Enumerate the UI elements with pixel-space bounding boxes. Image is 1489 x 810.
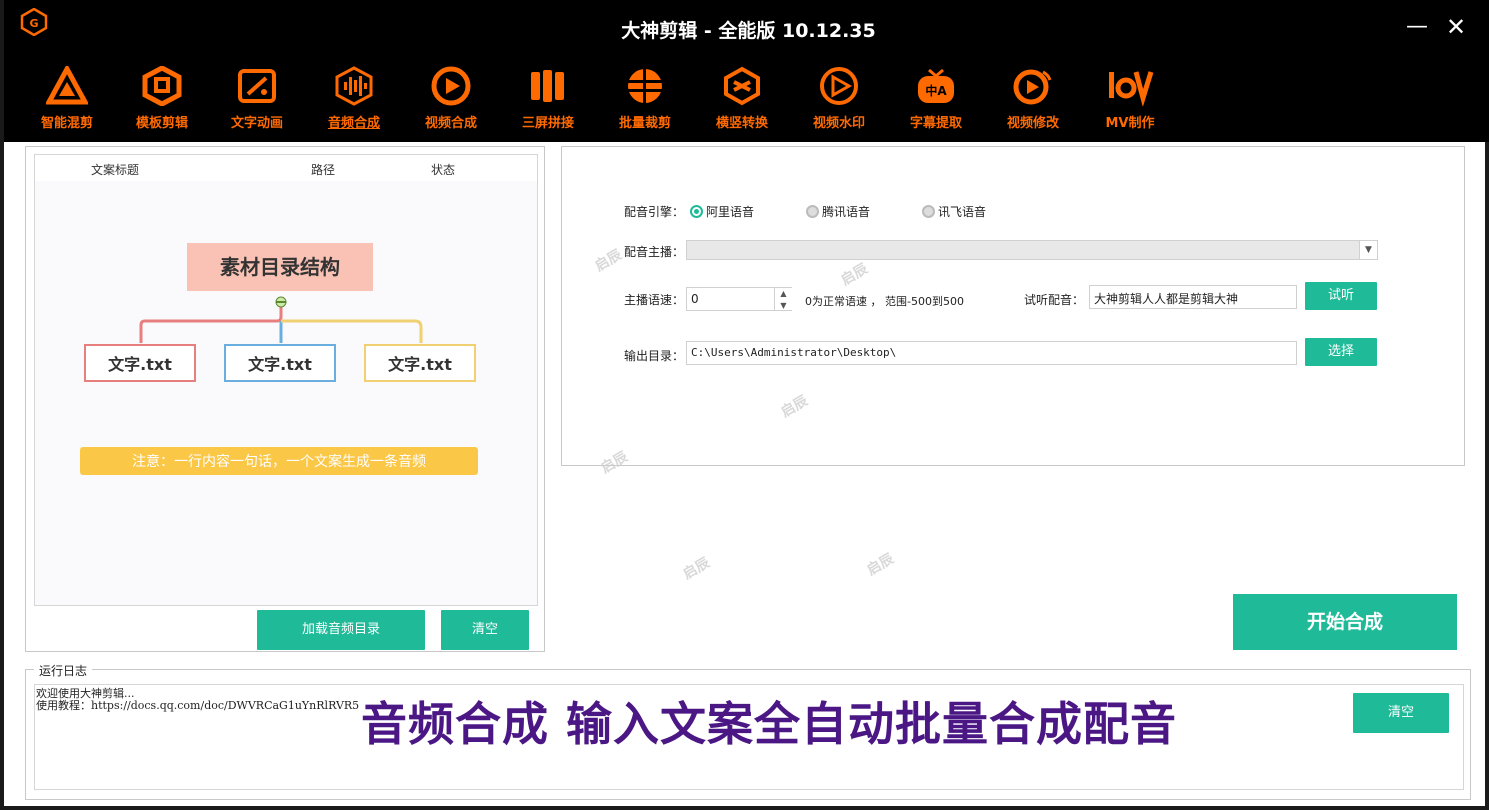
crop-circle-icon [628, 69, 662, 103]
load-audio-dir-button[interactable]: 加载音频目录 [257, 610, 425, 650]
tool-subtitle-extract[interactable]: 中A 字幕提取 [891, 62, 981, 138]
watermark-play-icon [820, 67, 858, 105]
tool-label: 横竖转换 [715, 116, 768, 131]
svg-text:中A: 中A [925, 83, 947, 98]
top-bar: G 大神剪辑 - 全能版 10.12.35 — ✕ 智能混剪 模板剪辑 文字动画… [4, 0, 1489, 142]
tool-video-watermark[interactable]: 视频水印 [794, 62, 884, 138]
promo-banner-text: 音频合成 输入文案全自动批量合成配音 [361, 697, 1178, 751]
listen-button[interactable]: 试听 [1305, 282, 1377, 310]
engine-radio-label: 讯飞语音 [938, 205, 987, 219]
output-path-value: C:\Users\Administrator\Desktop\ [691, 346, 897, 359]
tool-template-edit[interactable]: 模板剪辑 [117, 62, 207, 138]
tool-label: 视频水印 [812, 116, 865, 131]
column-status[interactable]: 状态 [431, 161, 455, 178]
tool-label: 批量裁剪 [618, 116, 671, 131]
choose-dir-button[interactable]: 选择 [1305, 338, 1377, 366]
video-edit-icon [1013, 69, 1052, 105]
stepper-down-icon[interactable]: ▼ [775, 300, 792, 312]
preview-text-value: 大神剪辑人人都是剪辑大神 [1094, 292, 1239, 306]
clear-log-button[interactable]: 清空 [1353, 693, 1449, 733]
column-path[interactable]: 路径 [311, 161, 335, 178]
speed-hint: 0为正常语速 ， 范围-500到500 [805, 295, 964, 308]
tool-label: MV制作 [1105, 116, 1155, 131]
diagram-child-label: 文字.txt [388, 355, 452, 374]
clear-list-button[interactable]: 清空 [441, 610, 529, 650]
speed-label: 主播语速： [624, 293, 685, 307]
engine-radio-label: 阿里语音 [706, 205, 755, 219]
tool-label: 文字动画 [230, 116, 283, 131]
tool-video-modify[interactable]: 视频修改 [988, 62, 1078, 138]
engine-radio-ali[interactable]: 阿里语音 [690, 203, 754, 220]
triple-screen-icon [531, 70, 564, 102]
subtitle-tv-icon: 中A [918, 68, 954, 103]
close-button[interactable]: ✕ [1441, 12, 1471, 42]
tool-batch-crop[interactable]: 批量裁剪 [600, 62, 690, 138]
column-title[interactable]: 文案标题 [91, 161, 139, 178]
run-log-legend: 运行日志 [34, 662, 93, 679]
stepper-up-icon[interactable]: ▲ [775, 288, 792, 300]
tool-text-animation[interactable]: 文字动画 [212, 62, 302, 138]
mv-logo-icon [1109, 71, 1154, 106]
video-circle-icon [431, 66, 471, 106]
tool-orientation-convert[interactable]: 横竖转换 [697, 62, 787, 138]
diagram-child-label: 文字.txt [248, 355, 312, 374]
settings-panel: 配音引擎： 阿里语音 腾讯语音 讯飞语音 配音主播： ▼ 主播语速： 0 ▲ ▼… [561, 146, 1465, 466]
tool-label: 字幕提取 [909, 116, 962, 131]
tool-label: 三屏拼接 [521, 116, 574, 131]
window-title: 大神剪辑 - 全能版 10.12.35 [621, 20, 876, 42]
output-label: 输出目录： [624, 349, 685, 363]
diagram-note-text: 注意：一行内容一句话，一个文案生成一条音频 [132, 453, 426, 470]
app-window: G 大神剪辑 - 全能版 10.12.35 — ✕ 智能混剪 模板剪辑 文字动画… [0, 0, 1489, 810]
speed-stepper[interactable]: ▲ ▼ [774, 288, 792, 310]
watermark: 启辰 [680, 554, 713, 583]
preview-text-input[interactable]: 大神剪辑人人都是剪辑大神 [1089, 285, 1297, 309]
file-list[interactable]: 文案标题 路径 状态 素材目录结构 文字.txt 文字.txt 文字.txt 注 [34, 154, 538, 606]
tool-label: 模板剪辑 [135, 116, 188, 131]
text-frame-icon [238, 69, 276, 103]
directory-structure-diagram: 素材目录结构 文字.txt 文字.txt 文字.txt 注意：一行内容一句话，一… [80, 243, 478, 475]
engine-radio-tencent[interactable]: 腾讯语音 [806, 203, 870, 220]
hexagon-template-icon [142, 66, 182, 106]
tool-mv-make[interactable]: MV制作 [1085, 62, 1175, 138]
triangle-logo-icon [46, 66, 88, 105]
watermark: 启辰 [864, 550, 897, 579]
left-panel: 文案标题 路径 状态 素材目录结构 文字.txt 文字.txt 文字.txt 注 [25, 146, 545, 652]
tool-video-synthesis[interactable]: 视频合成 [406, 62, 496, 138]
speed-value: 0 [691, 292, 699, 306]
diagram-root-label: 素材目录结构 [220, 255, 340, 279]
anchor-select[interactable]: ▼ [686, 240, 1378, 260]
tool-smart-mix[interactable]: 智能混剪 [22, 62, 112, 138]
rotate-cube-icon [724, 66, 760, 106]
engine-radio-label: 腾讯语音 [822, 205, 871, 219]
log-line: 使用教程：https://docs.qq.com/doc/DWVRCaG1uYn… [36, 699, 360, 712]
minimize-button[interactable]: — [1402, 12, 1432, 42]
chevron-down-icon[interactable]: ▼ [1359, 241, 1377, 259]
tool-label: 视频修改 [1006, 116, 1059, 131]
preview-label: 试听配音： [1024, 293, 1085, 307]
output-path-input[interactable]: C:\Users\Administrator\Desktop\ [686, 341, 1297, 365]
engine-label: 配音引擎： [624, 205, 685, 219]
tool-triple-screen[interactable]: 三屏拼接 [503, 62, 593, 138]
list-header: 文案标题 路径 状态 [35, 155, 537, 181]
tool-label: 视频合成 [424, 116, 477, 131]
tool-label: 智能混剪 [40, 116, 93, 131]
anchor-label: 配音主播： [624, 245, 685, 259]
audio-wave-icon [335, 66, 373, 106]
engine-radio-xunfei[interactable]: 讯飞语音 [922, 203, 986, 220]
tool-audio-synthesis[interactable]: 音频合成 [309, 62, 399, 138]
tool-label: 音频合成 [327, 116, 380, 131]
diagram-child-label: 文字.txt [108, 355, 172, 374]
start-synthesis-button[interactable]: 开始合成 [1233, 594, 1457, 650]
